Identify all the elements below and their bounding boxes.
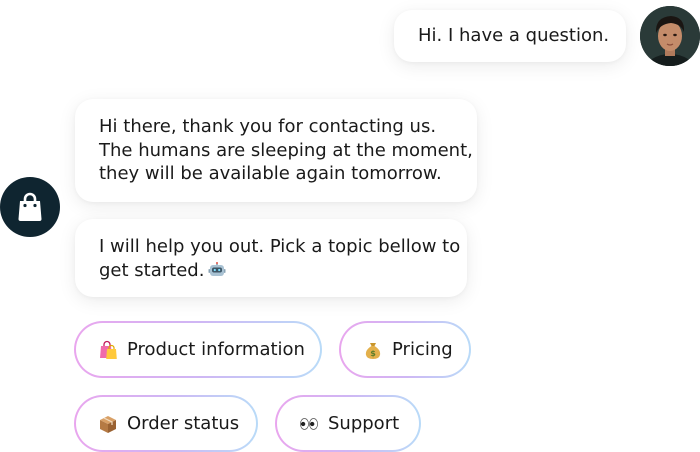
svg-text:$: $ <box>370 349 376 358</box>
user-avatar <box>640 6 700 66</box>
bot-message-line: they will be available again tomorrow. <box>99 163 442 184</box>
bot-message-line: The humans are sleeping at the moment, <box>99 139 473 161</box>
quick-reply-pricing[interactable]: $ Pricing <box>339 321 471 378</box>
bot-avatar <box>0 177 60 237</box>
quick-reply-inner[interactable]: $ Pricing <box>341 323 469 376</box>
robot-emoji-icon <box>208 261 226 276</box>
shopping-bag-icon <box>18 192 42 221</box>
shopping-bags-emoji-icon <box>98 340 118 360</box>
quick-reply-label: Order status <box>127 413 240 434</box>
money-bag-emoji-icon: $ <box>363 340 383 360</box>
quick-reply-order-status[interactable]: Order status <box>74 395 258 452</box>
bot-message-line: I will help you out. Pick a topic bellow… <box>99 236 461 257</box>
quick-reply-inner[interactable]: Product information <box>76 323 320 376</box>
bot-message-line-with-emoji: get started. <box>99 259 467 283</box>
quick-reply-inner[interactable]: Support <box>277 397 419 450</box>
bot-message-line: Hi there, thank you for contacting us. <box>99 116 437 137</box>
quick-reply-label: Product information <box>127 339 305 360</box>
quick-reply-product-information[interactable]: Product information <box>74 321 322 378</box>
quick-reply-inner[interactable]: Order status <box>76 397 256 450</box>
bot-message-line: get started. <box>99 259 205 281</box>
quick-reply-label: Support <box>328 413 400 434</box>
bot-message-bubble: Hi there, thank you for contacting us. T… <box>75 99 477 202</box>
user-message-text: Hi. I have a question. <box>418 25 610 46</box>
eyes-emoji-icon <box>299 414 319 434</box>
quick-reply-label: Pricing <box>392 339 453 360</box>
package-emoji-icon <box>98 414 118 434</box>
bot-message-bubble: I will help you out. Pick a topic bellow… <box>75 219 467 297</box>
quick-reply-support[interactable]: Support <box>275 395 421 452</box>
user-message-bubble: Hi. I have a question. <box>394 10 626 62</box>
